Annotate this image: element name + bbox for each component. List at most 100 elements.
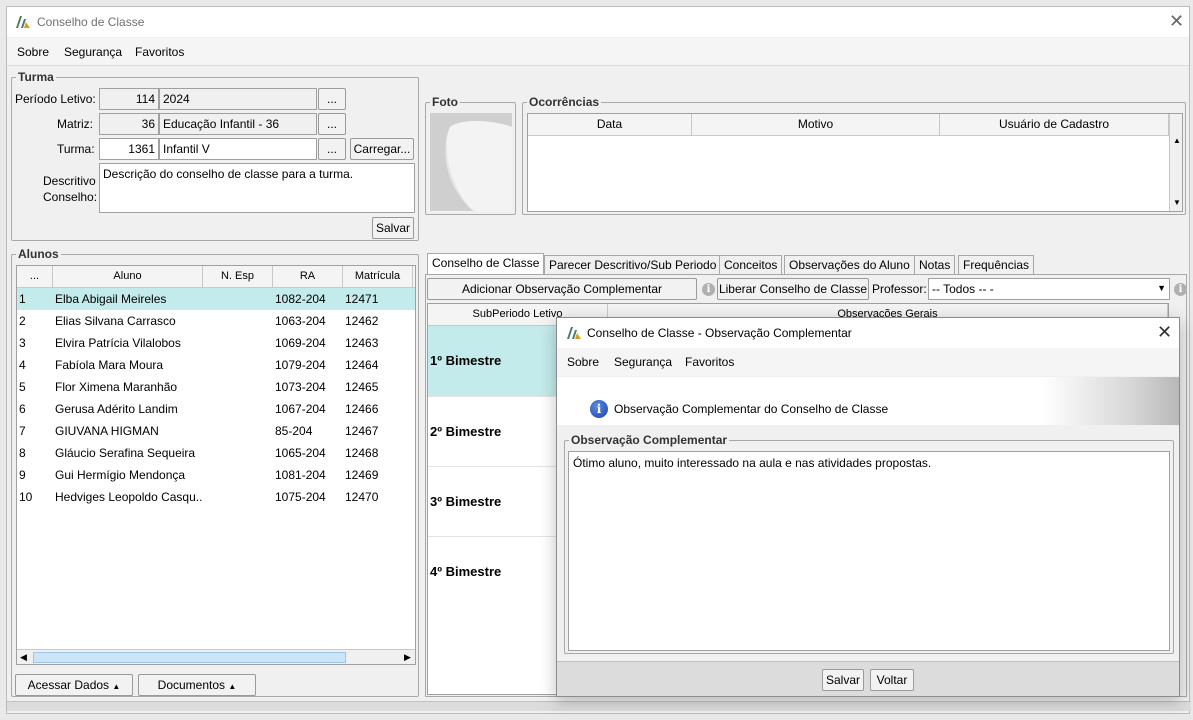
observacao-legend: Observação Complementar bbox=[569, 433, 730, 447]
turma-code-field[interactable]: 1361 bbox=[99, 138, 159, 160]
dialog-menu-seguranca[interactable]: Segurança bbox=[614, 355, 672, 369]
col-matricula[interactable]: Matrícula bbox=[343, 266, 413, 288]
alunos-hscrollbar[interactable]: ◀ ▶ bbox=[17, 649, 415, 664]
matriz-lookup-button[interactable]: ... bbox=[318, 113, 346, 135]
dialog-header-banner: i Observação Complementar do Conselho de… bbox=[557, 377, 1179, 425]
turma-salvar-button[interactable]: Salvar bbox=[372, 217, 414, 239]
dialog-voltar-button[interactable]: Voltar bbox=[870, 669, 914, 691]
table-row[interactable]: 1 Elba Abigail Meireles 1082-204 12471 bbox=[17, 288, 415, 310]
documentos-button[interactable]: Documentos ▲ bbox=[138, 674, 256, 696]
tab-conceitos[interactable]: Conceitos bbox=[719, 255, 783, 275]
close-icon[interactable]: ✕ bbox=[1169, 12, 1184, 30]
dialog-menu-sobre[interactable]: Sobre bbox=[567, 355, 599, 369]
table-row[interactable]: 9 Gui Hermígio Mendonça 1081-204 12469 bbox=[17, 464, 415, 486]
cell-matricula: 12467 bbox=[345, 424, 379, 438]
cell-ra: 1069-204 bbox=[275, 336, 326, 350]
professor-select-value: -- Todos -- - bbox=[932, 282, 994, 296]
cell-nesp bbox=[203, 332, 273, 354]
menu-seguranca[interactable]: Segurança bbox=[64, 45, 122, 59]
scroll-left-icon[interactable]: ◀ bbox=[20, 652, 27, 663]
descritivo-textarea[interactable]: Descrição do conselho de classe para a t… bbox=[99, 163, 415, 213]
caret-up-icon: ▲ bbox=[112, 682, 121, 691]
dialog-close-icon[interactable]: ✕ bbox=[1157, 323, 1172, 341]
adicionar-observacao-button[interactable]: Adicionar Observação Complementar bbox=[427, 278, 697, 300]
cell-ra: 85-204 bbox=[275, 424, 313, 438]
tab-parecer-descritivo[interactable]: Parecer Descritivo/Sub Periodo bbox=[544, 255, 722, 275]
turma-lookup-button[interactable]: ... bbox=[318, 138, 346, 160]
col-ra[interactable]: RA bbox=[273, 266, 343, 288]
tab-observacoes-aluno[interactable]: Observações do Aluno bbox=[784, 255, 915, 275]
dialog-salvar-button[interactable]: Salvar bbox=[822, 669, 864, 691]
ocorrencias-group: Ocorrências Data Motivo Usuário de Cadas… bbox=[522, 95, 1186, 215]
chevron-down-icon: ▼ bbox=[1157, 283, 1166, 293]
acessar-dados-button[interactable]: Acessar Dados ▲ bbox=[15, 674, 133, 696]
cell-nesp bbox=[203, 376, 273, 398]
periodo-value-field[interactable]: 2024 bbox=[159, 88, 317, 110]
turma-value-field[interactable]: Infantil V bbox=[159, 138, 317, 160]
matriz-code-field[interactable]: 36 bbox=[99, 113, 159, 135]
scroll-down-icon[interactable]: ▼ bbox=[1173, 198, 1181, 207]
dialog-title-bar: Conselho de Classe - Observação Compleme… bbox=[557, 318, 1179, 348]
col-motivo[interactable]: Motivo bbox=[692, 114, 940, 136]
tab-conselho-de-classe[interactable]: Conselho de Classe bbox=[427, 253, 545, 275]
dialog-menu-bar: Sobre Segurança Favoritos bbox=[557, 348, 1179, 376]
cell-ra: 1081-204 bbox=[275, 468, 326, 482]
table-row[interactable]: 3 Elvira Patrícia Vilalobos 1069-204 12463 bbox=[17, 332, 415, 354]
cell-ra: 1065-204 bbox=[275, 446, 326, 460]
documentos-label: Documentos bbox=[157, 678, 226, 692]
liberar-conselho-button[interactable]: Liberar Conselho de Classe bbox=[717, 278, 869, 300]
periodo-code-field[interactable]: 114 bbox=[99, 88, 159, 110]
table-row[interactable]: 10 Hedviges Leopoldo Casqu... 1075-204 1247… bbox=[17, 486, 415, 508]
scroll-right-icon[interactable]: ▶ bbox=[404, 652, 411, 663]
cell-aluno: Gerusa Adérito Landim bbox=[55, 402, 178, 416]
app-logo-icon bbox=[16, 16, 30, 28]
cell-nesp bbox=[203, 354, 273, 376]
cell-aluno: Elias Silvana Carrasco bbox=[55, 314, 176, 328]
carregar-button[interactable]: Carregar... bbox=[350, 138, 414, 160]
professor-info-icon[interactable]: i bbox=[1174, 283, 1187, 296]
dialog-menu-favoritos[interactable]: Favoritos bbox=[685, 355, 734, 369]
cell-matricula: 12469 bbox=[345, 468, 379, 482]
col-nesp[interactable]: N. Esp bbox=[203, 266, 273, 288]
conselho-label: Conselho: bbox=[43, 190, 98, 204]
period-row-2[interactable]: 2º Bimestre bbox=[428, 396, 558, 466]
table-row[interactable]: 2 Elias Silvana Carrasco 1063-204 12462 bbox=[17, 310, 415, 332]
col-data[interactable]: Data bbox=[528, 114, 692, 136]
periodo-lookup-button[interactable]: ... bbox=[318, 88, 346, 110]
table-row[interactable]: 4 Fabíola Mara Moura 1079-204 12464 bbox=[17, 354, 415, 376]
table-row[interactable]: 5 Flor Ximena Maranhão 1073-204 12465 bbox=[17, 376, 415, 398]
ocorrencias-scrollbar[interactable]: ▲ ▼ bbox=[1169, 114, 1182, 211]
table-row[interactable]: 8 Gláucio Serafina Sequeira 1065-204 12468 bbox=[17, 442, 415, 464]
periodo-label: Período Letivo: bbox=[15, 92, 96, 106]
cell-index: 3 bbox=[19, 336, 26, 350]
cell-matricula: 12470 bbox=[345, 490, 379, 504]
ocorrencias-grid: Data Motivo Usuário de Cadastro ▲ ▼ bbox=[527, 113, 1183, 212]
menu-favoritos[interactable]: Favoritos bbox=[135, 45, 184, 59]
info-icon[interactable]: i bbox=[702, 283, 715, 296]
col-usuario[interactable]: Usuário de Cadastro bbox=[940, 114, 1169, 136]
table-row[interactable]: 7 GIUVANA HIGMAN 85-204 12467 bbox=[17, 420, 415, 442]
hscroll-thumb[interactable] bbox=[33, 652, 346, 663]
cell-index: 1 bbox=[19, 292, 26, 306]
professor-label: Professor: bbox=[872, 282, 927, 296]
table-row[interactable]: 6 Gerusa Adérito Landim 1067-204 12466 bbox=[17, 398, 415, 420]
cell-aluno: Fabíola Mara Moura bbox=[55, 358, 164, 372]
window-title: Conselho de Classe bbox=[37, 15, 145, 29]
period-row-3[interactable]: 3º Bimestre bbox=[428, 466, 558, 536]
scroll-up-icon[interactable]: ▲ bbox=[1173, 136, 1181, 145]
cell-nesp bbox=[203, 486, 273, 508]
matriz-value-field[interactable]: Educação Infantil - 36 bbox=[159, 113, 317, 135]
cell-matricula: 12464 bbox=[345, 358, 379, 372]
professor-select[interactable]: -- Todos -- - ▼ bbox=[928, 278, 1170, 300]
turma-label: Turma: bbox=[57, 142, 95, 156]
turma-legend: Turma bbox=[16, 70, 56, 84]
tab-notas[interactable]: Notas bbox=[914, 255, 956, 275]
col-aluno[interactable]: Aluno bbox=[53, 266, 203, 288]
menu-sobre[interactable]: Sobre bbox=[17, 45, 49, 59]
period-row-1[interactable]: 1º Bimestre bbox=[428, 326, 558, 396]
tab-frequencias[interactable]: Frequências bbox=[958, 255, 1035, 275]
col-index[interactable]: ... bbox=[17, 266, 53, 288]
period-row-4[interactable]: 4º Bimestre bbox=[428, 536, 558, 606]
cell-aluno: Gui Hermígio Mendonça bbox=[55, 468, 186, 482]
observacao-textarea[interactable]: Ótimo aluno, muito interessado na aula e… bbox=[568, 451, 1170, 651]
